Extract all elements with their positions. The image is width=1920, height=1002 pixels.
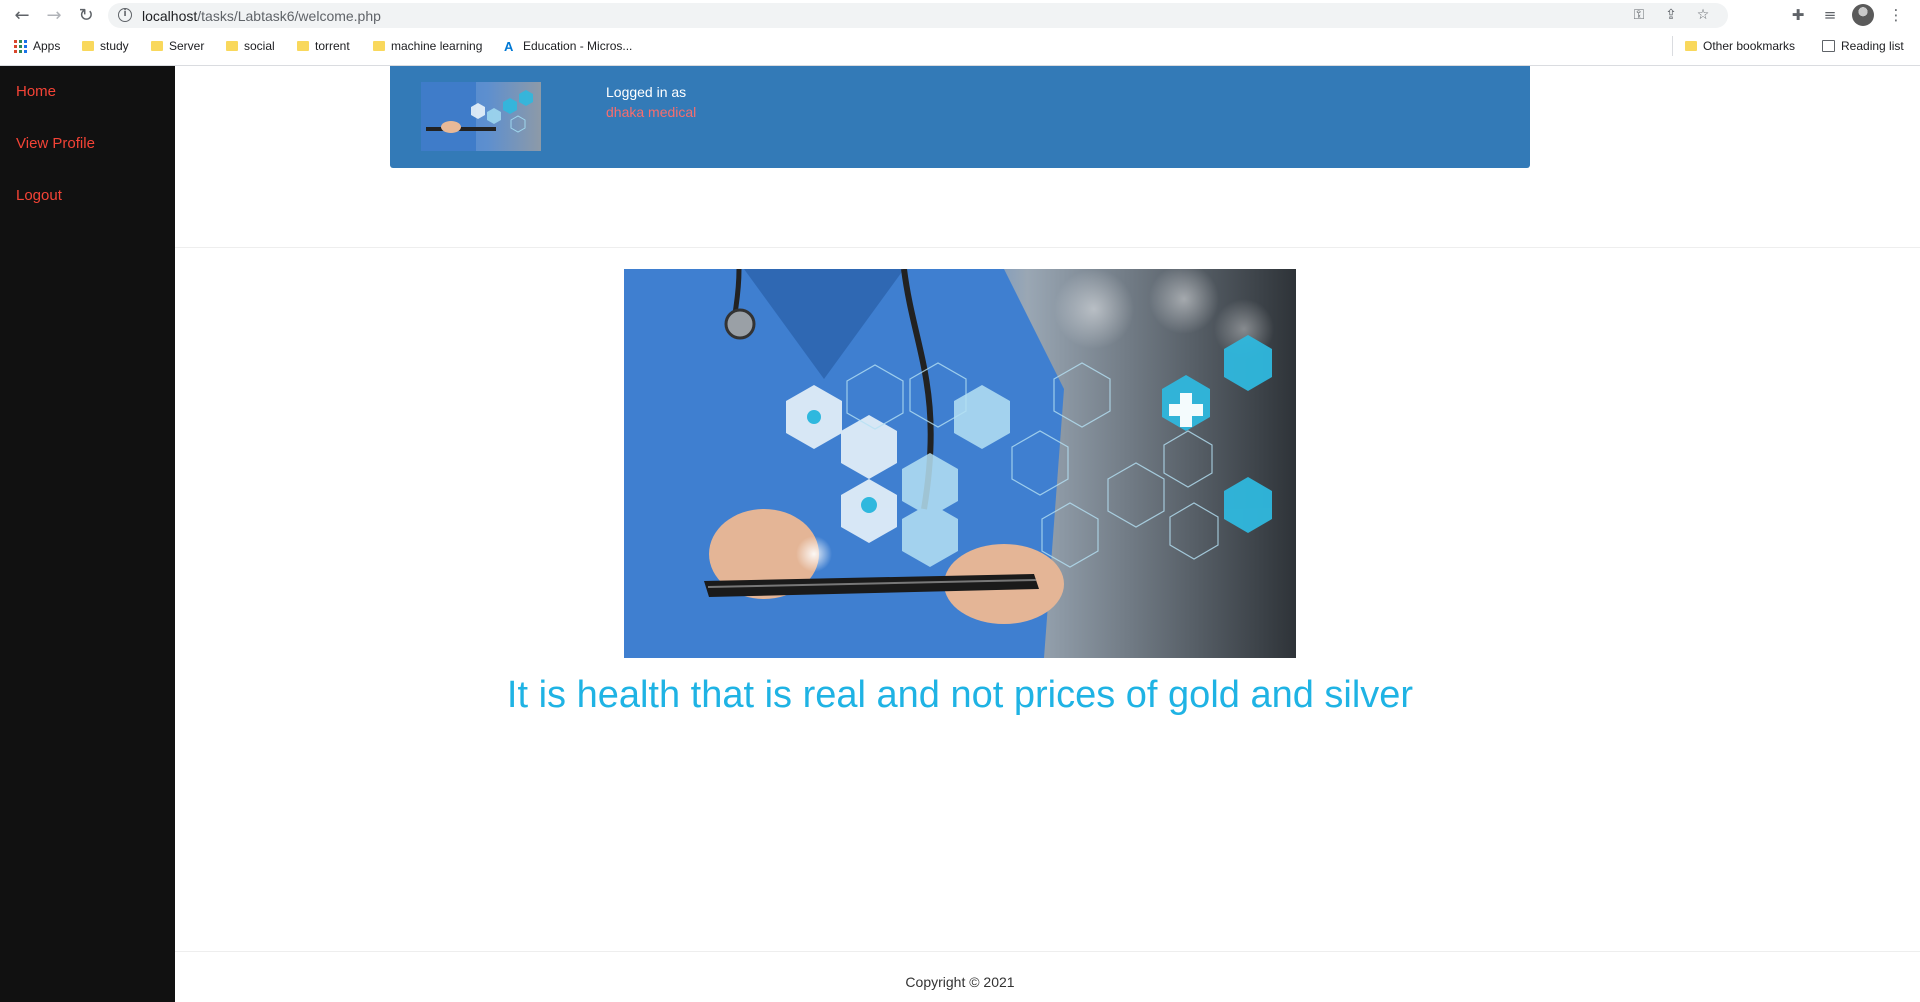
profile-avatar[interactable] xyxy=(1852,4,1874,26)
reading-list-label: Reading list xyxy=(1841,39,1904,53)
footer-divider xyxy=(175,951,1920,952)
divider xyxy=(175,247,1920,248)
copyright-text: Copyright © 2021 xyxy=(905,974,1015,990)
sidebar: Home View Profile Logout xyxy=(0,66,175,1002)
site-info-icon[interactable]: i xyxy=(118,8,132,22)
bookmark-label: machine learning xyxy=(391,39,483,53)
media-control-icon[interactable]: ≡ xyxy=(1820,4,1840,26)
reading-list-icon xyxy=(1822,40,1835,52)
back-arrow-icon[interactable]: ← xyxy=(11,4,33,26)
username-text: dhaka medical xyxy=(606,104,697,120)
address-bar[interactable]: i localhost/tasks/Labtask6/welcome.php ⚿… xyxy=(108,3,1728,28)
folder-icon xyxy=(373,41,385,51)
url-path: /tasks/Labtask6/welcome.php xyxy=(197,8,381,24)
reading-list-button[interactable]: Reading list xyxy=(1822,39,1904,53)
health-quote: It is health that is real and not prices… xyxy=(506,674,1414,716)
bookmark-study[interactable]: study xyxy=(82,39,129,53)
sidebar-item-view-profile[interactable]: View Profile xyxy=(16,135,95,152)
extensions-icon[interactable]: ✚ xyxy=(1788,4,1808,26)
bookmark-label: Education - Micros... xyxy=(523,39,633,53)
bookmark-education[interactable]: A Education - Micros... xyxy=(504,39,632,53)
logged-in-label: Logged in as xyxy=(606,84,687,100)
bookmarks-divider xyxy=(1672,36,1673,56)
bookmarks-bar: Apps study Server social torrent machine… xyxy=(0,34,1920,59)
bookmark-apps[interactable]: Apps xyxy=(14,39,60,53)
folder-icon xyxy=(151,41,163,51)
key-icon[interactable]: ⚿ xyxy=(1630,6,1648,24)
bookmark-machine-learning[interactable]: machine learning xyxy=(373,39,482,53)
folder-icon xyxy=(297,41,309,51)
bookmark-label: social xyxy=(244,39,275,53)
star-icon[interactable]: ☆ xyxy=(1694,6,1712,24)
folder-icon xyxy=(226,41,238,51)
profile-thumbnail xyxy=(421,82,541,151)
url-text[interactable]: localhost/tasks/Labtask6/welcome.php xyxy=(142,8,381,24)
share-icon[interactable]: ⇪ xyxy=(1662,6,1680,24)
bookmark-label: Server xyxy=(169,39,205,53)
bookmark-server[interactable]: Server xyxy=(151,39,204,53)
bookmark-label: torrent xyxy=(315,39,350,53)
bookmark-label: study xyxy=(100,39,129,53)
folder-icon xyxy=(1685,41,1697,51)
url-host: localhost xyxy=(142,8,198,24)
bookmark-label: Apps xyxy=(33,39,61,53)
apps-grid-icon xyxy=(14,39,27,53)
sidebar-item-home[interactable]: Home xyxy=(16,83,56,100)
user-header: Logged in as dhaka medical xyxy=(390,66,1530,168)
forward-arrow-icon[interactable]: → xyxy=(43,4,65,26)
hero-medical-image xyxy=(624,269,1296,658)
menu-kebab-icon[interactable]: ⋮ xyxy=(1886,4,1906,26)
folder-icon xyxy=(82,41,94,51)
bookmark-torrent[interactable]: torrent xyxy=(297,39,350,53)
bookmark-social[interactable]: social xyxy=(226,39,275,53)
bookmark-other[interactable]: Other bookmarks xyxy=(1685,39,1795,53)
reload-icon[interactable]: ↻ xyxy=(75,4,97,26)
azure-icon: A xyxy=(504,38,514,54)
bookmark-label: Other bookmarks xyxy=(1703,39,1796,53)
browser-toolbar: ← → ↻ i localhost/tasks/Labtask6/welcome… xyxy=(0,0,1920,31)
sidebar-item-logout[interactable]: Logout xyxy=(16,187,62,204)
